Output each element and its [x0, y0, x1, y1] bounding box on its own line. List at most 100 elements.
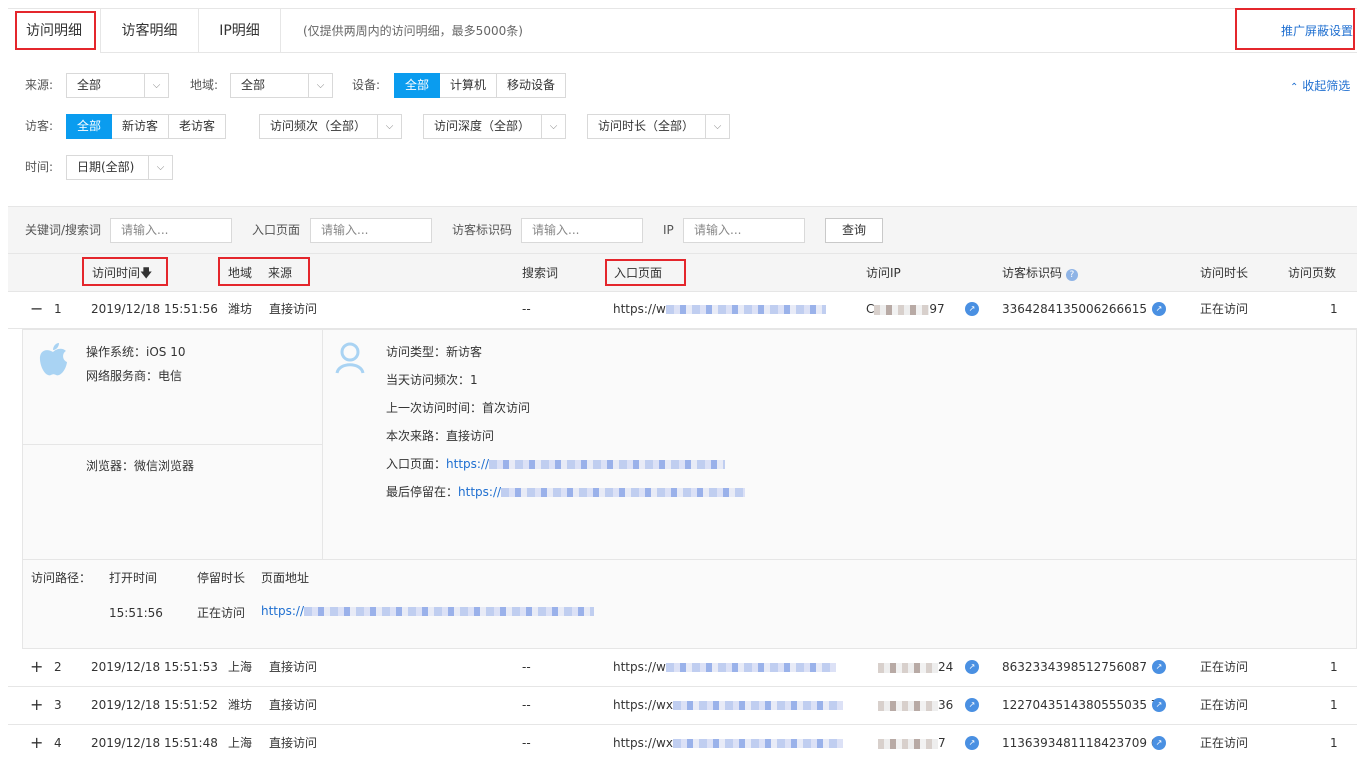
tab-hint: (仅提供两周内的访问明细，最多5000条) — [303, 24, 523, 38]
table-row[interactable]: − 1 2019/12/18 15:51:56 潍坊 直接访问 -- https… — [8, 291, 1357, 329]
trend-icon[interactable]: ↗ — [965, 736, 979, 750]
visitor-button-group: 全部 新访客 老访客 — [66, 114, 227, 139]
col-pages: 访问页数 — [1288, 266, 1337, 280]
apple-icon — [39, 343, 67, 376]
row-search-word: -- — [522, 660, 531, 674]
source-label: 来源: — [25, 78, 54, 92]
entry-page-input[interactable]: 请输入... — [310, 218, 432, 243]
path-url: https:// — [261, 601, 595, 621]
visitor-option-new[interactable]: 新访客 — [112, 114, 170, 139]
visitor-option-returning[interactable]: 老访客 — [169, 114, 227, 139]
date-select[interactable]: 日期(全部) ⌵ — [66, 155, 173, 180]
table-row[interactable]: + 2 2019/12/18 15:51:53 上海 直接访问 -- https… — [8, 649, 1357, 687]
table-row[interactable]: + 3 2019/12/18 15:51:52 潍坊 直接访问 -- https… — [8, 687, 1357, 725]
source-select-value: 全部 — [77, 78, 102, 92]
row-entry-page-link[interactable]: https://w — [613, 649, 836, 685]
row-source: 直接访问 — [269, 698, 318, 712]
tab-ip-detail[interactable]: IP明细 — [199, 9, 281, 53]
duration-select-value: 访问时长（全部） — [598, 119, 695, 133]
entry-page-info-link[interactable]: https:// — [446, 457, 489, 471]
row-entry-page-link[interactable]: https://wx — [613, 687, 843, 723]
help-icon[interactable]: ? — [1065, 269, 1078, 281]
blurred-text — [878, 662, 938, 673]
visitor-id-input[interactable]: 请输入... — [521, 218, 643, 243]
ip-input[interactable]: 请输入... — [683, 218, 805, 243]
keyword-input[interactable]: 请输入... — [110, 218, 232, 243]
visit-path-box: 访问路径： 打开时间 停留时长 页面地址 15:51:56 正在访问 https… — [23, 559, 1357, 649]
chevron-down-icon: ⌵ — [541, 115, 565, 138]
row-index: 3 — [54, 698, 62, 712]
col-source: 来源 — [268, 266, 293, 280]
day-frequency-info: 当天访问频次：1 — [386, 373, 478, 387]
duration-select[interactable]: 访问时长（全部） ⌵ — [587, 114, 730, 139]
row-entry-url: https://wx — [613, 698, 673, 712]
entry-page-info-label: 入口页面： — [386, 457, 447, 471]
time-label: 时间: — [25, 160, 54, 174]
path-col-url: 页面地址 — [261, 571, 310, 585]
collapse-filter-link[interactable]: ⌃ 收起筛选 — [1290, 77, 1350, 94]
device-option-computer[interactable]: 计算机 — [440, 73, 498, 98]
path-url-link[interactable]: https:// — [261, 604, 304, 618]
trend-icon[interactable]: ↗ — [965, 660, 979, 674]
row-visitor-id: 3364284135006266615 — [1002, 302, 1148, 316]
chevron-down-icon: ⌵ — [377, 115, 401, 138]
sort-down-icon: 🡇 — [140, 266, 153, 280]
row-ip-head: C — [866, 302, 875, 316]
query-button[interactable]: 查询 — [825, 218, 883, 243]
collapse-row-icon[interactable]: − — [30, 291, 43, 327]
source-select[interactable]: 全部 ⌵ — [66, 73, 169, 98]
promo-block-settings-link[interactable]: 推广屏蔽设置 — [1281, 9, 1353, 53]
last-stay-info-link[interactable]: https:// — [458, 485, 501, 499]
trend-icon[interactable]: ↗ — [1152, 736, 1166, 750]
visit-path-label: 访问路径： — [31, 571, 92, 585]
ip-label: IP — [663, 223, 674, 237]
trend-icon[interactable]: ↗ — [965, 698, 979, 712]
blurred-text — [672, 739, 843, 748]
region-select[interactable]: 全部 ⌵ — [230, 73, 333, 98]
blurred-text — [672, 701, 843, 710]
chevron-up-icon: ⌃ — [1290, 82, 1299, 93]
device-option-all[interactable]: 全部 — [394, 73, 441, 98]
tab-visit-detail[interactable]: 访问明细 — [8, 9, 101, 53]
row-source: 直接访问 — [269, 736, 318, 750]
row-duration: 正在访问 — [1200, 302, 1249, 316]
expand-row-icon[interactable]: + — [30, 687, 43, 723]
entry-page-info: 入口页面：https:// — [386, 454, 726, 474]
row-duration: 正在访问 — [1200, 736, 1249, 750]
region-select-value: 全部 — [241, 78, 266, 92]
row-search-word: -- — [522, 698, 531, 712]
expand-row-icon[interactable]: + — [30, 649, 43, 685]
visitor-option-all[interactable]: 全部 — [66, 114, 113, 139]
device-option-mobile[interactable]: 移动设备 — [497, 73, 567, 98]
path-open-time: 15:51:56 — [109, 606, 163, 620]
frequency-select[interactable]: 访问频次（全部） ⌵ — [259, 114, 402, 139]
date-select-value: 日期(全部) — [77, 160, 135, 174]
chevron-down-icon: ⌵ — [705, 115, 729, 138]
trend-icon[interactable]: ↗ — [1152, 698, 1166, 712]
row-entry-page-link[interactable]: https://w — [613, 291, 826, 327]
blurred-text — [878, 700, 938, 711]
row-search-word: -- — [522, 302, 531, 316]
trend-icon[interactable]: ↗ — [1152, 302, 1166, 316]
expand-row-icon[interactable]: + — [30, 725, 43, 758]
row-ip-tail: 24 — [938, 660, 954, 674]
table-row[interactable]: + 4 2019/12/18 15:51:48 上海 直接访问 -- https… — [8, 725, 1357, 758]
col-visit-time[interactable]: 访问时间🡇 — [92, 254, 152, 292]
row-entry-url: https://w — [613, 660, 666, 674]
blurred-text — [874, 304, 930, 315]
visit-type-info: 访问类型：新访客 — [386, 345, 483, 359]
trend-icon[interactable]: ↗ — [1152, 660, 1166, 674]
row-entry-page-link[interactable]: https://wx — [613, 725, 843, 758]
trend-icon[interactable]: ↗ — [965, 302, 979, 316]
tab-visitor-detail[interactable]: 访客明细 — [101, 9, 199, 53]
last-stay-info: 最后停留在：https:// — [386, 482, 746, 502]
browser-info: 浏览器：微信浏览器 — [86, 459, 195, 473]
col-visitor-ip: 访问IP — [866, 266, 901, 280]
browser-info-box: 浏览器：微信浏览器 — [23, 445, 323, 559]
row-ip-tail: 36 — [938, 698, 954, 712]
table-header: 访问时间🡇 地域 来源 搜索词 入口页面 访问IP 访客标识码 ? 访问时长 访… — [8, 253, 1357, 292]
collapse-filter-label: 收起筛选 — [1302, 79, 1351, 93]
depth-select[interactable]: 访问深度（全部） ⌵ — [423, 114, 566, 139]
col-visitor-id: 访客标识码 ? — [1002, 254, 1078, 292]
row-visit-time: 2019/12/18 15:51:48 — [91, 736, 218, 750]
